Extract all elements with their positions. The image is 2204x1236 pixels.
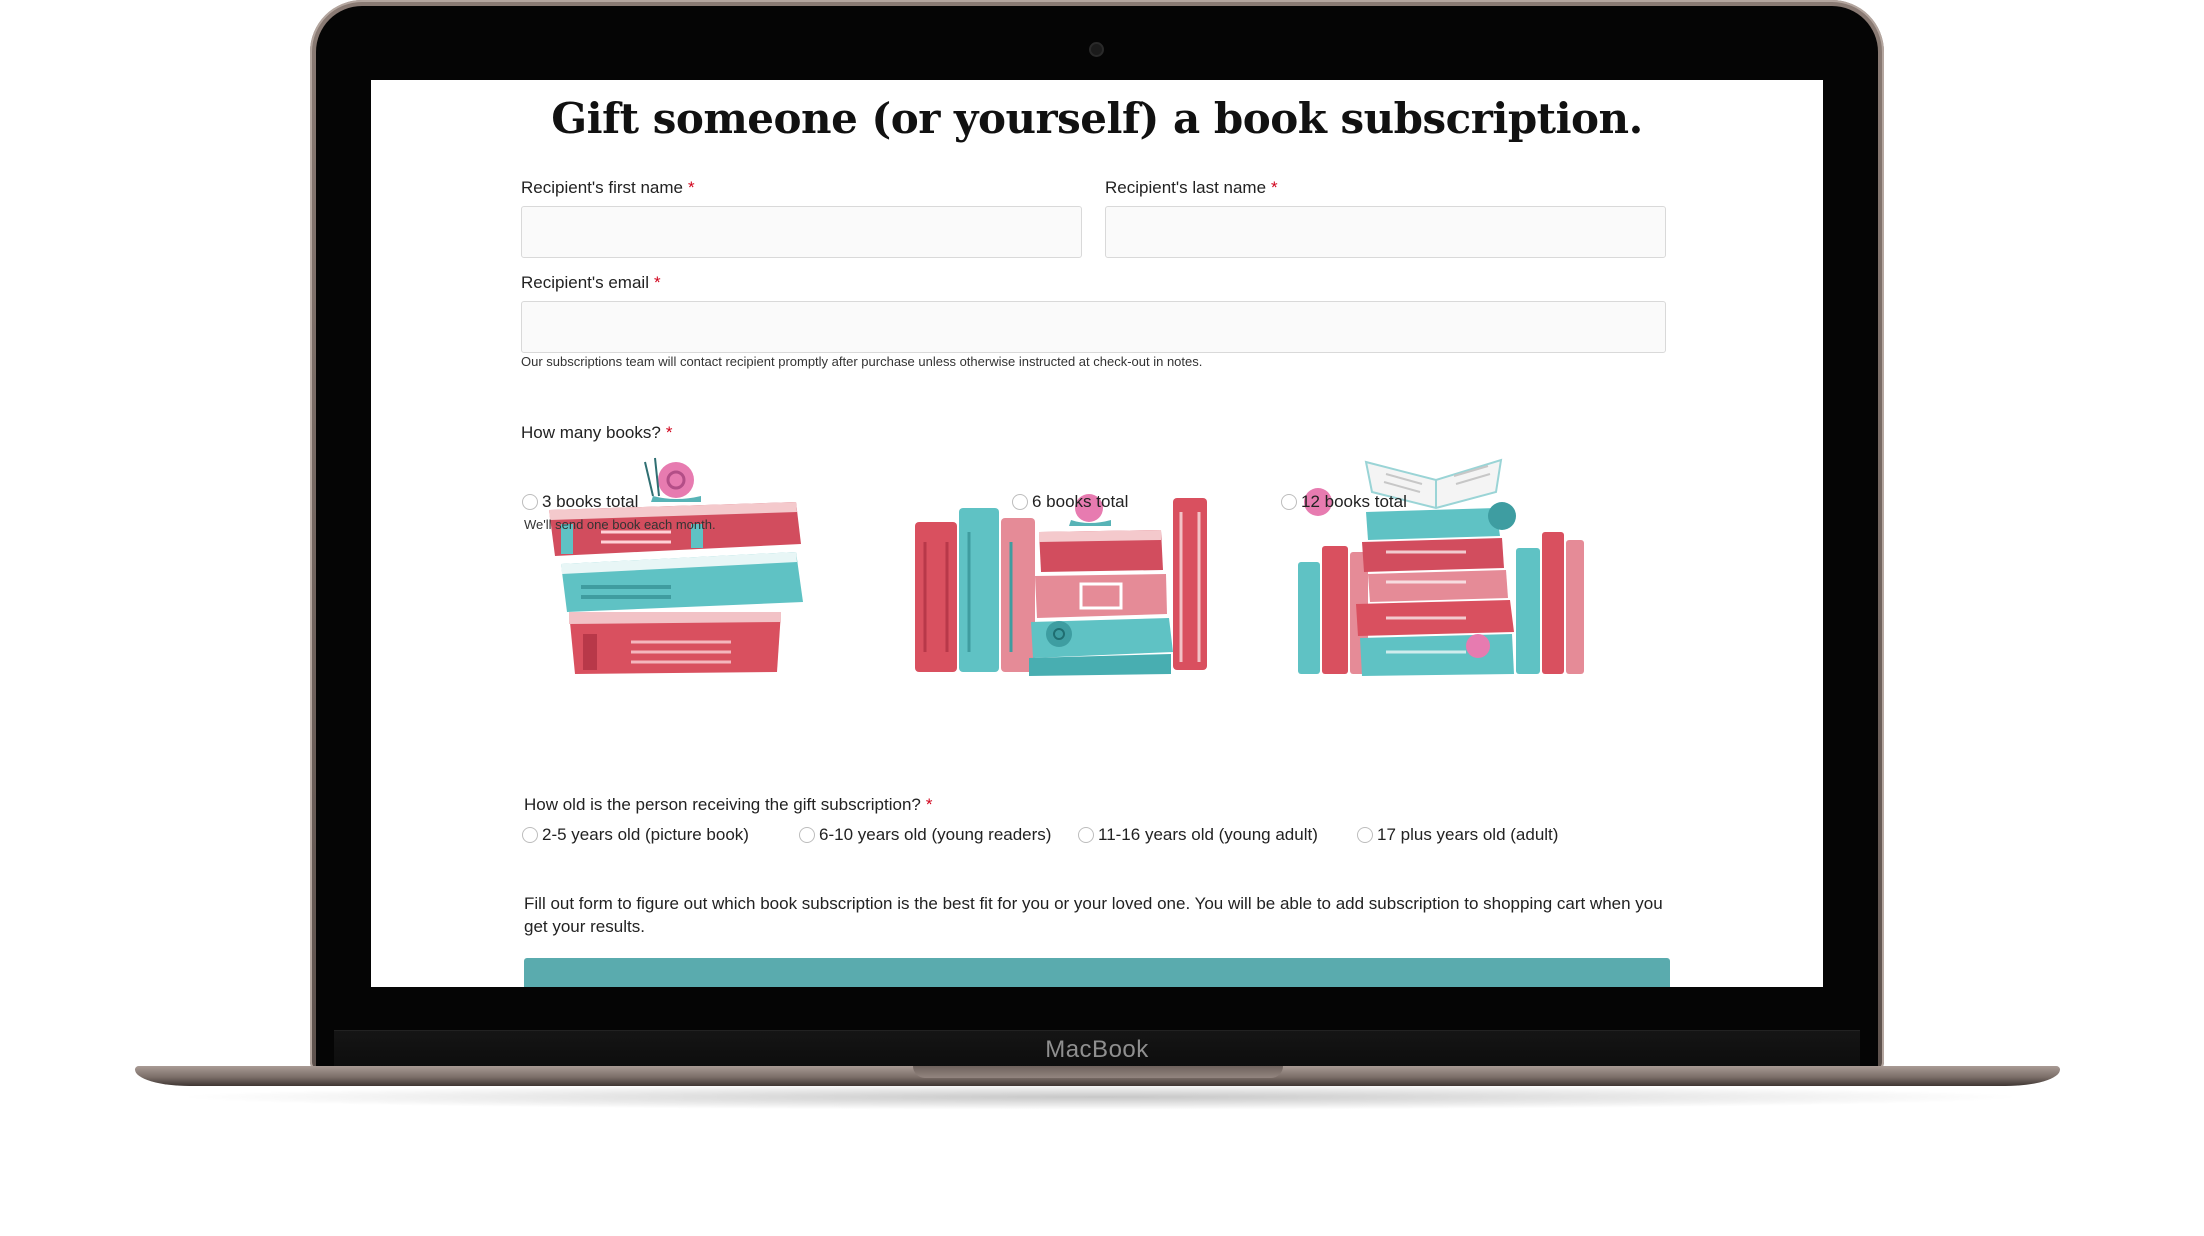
camera-icon [1091,44,1102,55]
email-help-text: Our subscriptions team will contact reci… [521,354,1203,369]
first-name-label: Recipient's first name * [521,178,695,198]
first-name-label-text: Recipient's first name [521,178,683,197]
next-step-button[interactable]: next step (1 of 3) [524,958,1670,987]
email-label: Recipient's email * [521,273,661,293]
age-option-label: 17 plus years old (adult) [1377,825,1559,844]
radio-age-6-10[interactable] [799,827,815,843]
age-option-label: 2-5 years old (picture book) [542,825,749,844]
age-label: How old is the person receiving the gift… [524,795,933,815]
book-option-12-row[interactable]: 12 books total [1281,492,1407,512]
age-option-11-16[interactable]: 11-16 years old (young adult) [1078,825,1318,845]
browser-viewport: Gift someone (or yourself) a book subscr… [371,80,1823,987]
age-option-label: 11-16 years old (young adult) [1098,825,1318,844]
book-stack-small-illustration [549,457,803,674]
page-title: Gift someone (or yourself) a book subscr… [551,94,1643,143]
book-stack-large-illustration [1298,458,1584,676]
age-option-2-5[interactable]: 2-5 years old (picture book) [522,825,749,845]
lid-notch [912,1066,1283,1078]
book-stack-medium-illustration [915,494,1207,676]
last-name-field[interactable] [1105,206,1666,258]
last-name-label-text: Recipient's last name [1105,178,1267,197]
device-brand: MacBook [1045,1036,1149,1063]
required-mark: * [1271,178,1278,197]
book-option-3-row[interactable]: 3 books total [522,492,638,512]
required-mark: * [653,273,661,292]
age-option-17-plus[interactable]: 17 plus years old (adult) [1357,825,1558,845]
required-mark: * [687,178,695,197]
email-field[interactable] [521,301,1666,353]
radio-age-2-5[interactable] [522,827,538,843]
required-mark: * [925,795,933,814]
book-option-label: 6 books total [1032,492,1129,511]
laptop-base [135,1066,2060,1086]
book-option-6-row[interactable]: 6 books total [1012,492,1128,512]
radio-age-11-16[interactable] [1078,827,1094,843]
laptop-shadow [170,1084,2030,1110]
radio-age-17-plus[interactable] [1357,827,1373,843]
radio-3-books[interactable] [522,494,538,510]
books-label: How many books? * [521,423,672,443]
books-label-text: How many books? [521,423,661,442]
intro-text: Fill out form to figure out which book s… [524,894,1663,936]
radio-6-books[interactable] [1012,494,1028,510]
age-option-label: 6-10 years old (young readers) [819,825,1052,844]
age-option-6-10[interactable]: 6-10 years old (young readers) [799,825,1051,845]
book-option-label: 12 books total [1301,492,1407,511]
book-option-3-note: We'll send one book each month. [524,517,716,532]
book-option-label: 3 books total [542,492,639,511]
first-name-field[interactable] [521,206,1082,258]
email-label-text: Recipient's email [521,273,649,292]
last-name-label: Recipient's last name * [1105,178,1278,198]
age-label-text: How old is the person receiving the gift… [524,795,921,814]
required-mark: * [665,423,673,442]
radio-12-books[interactable] [1281,494,1297,510]
